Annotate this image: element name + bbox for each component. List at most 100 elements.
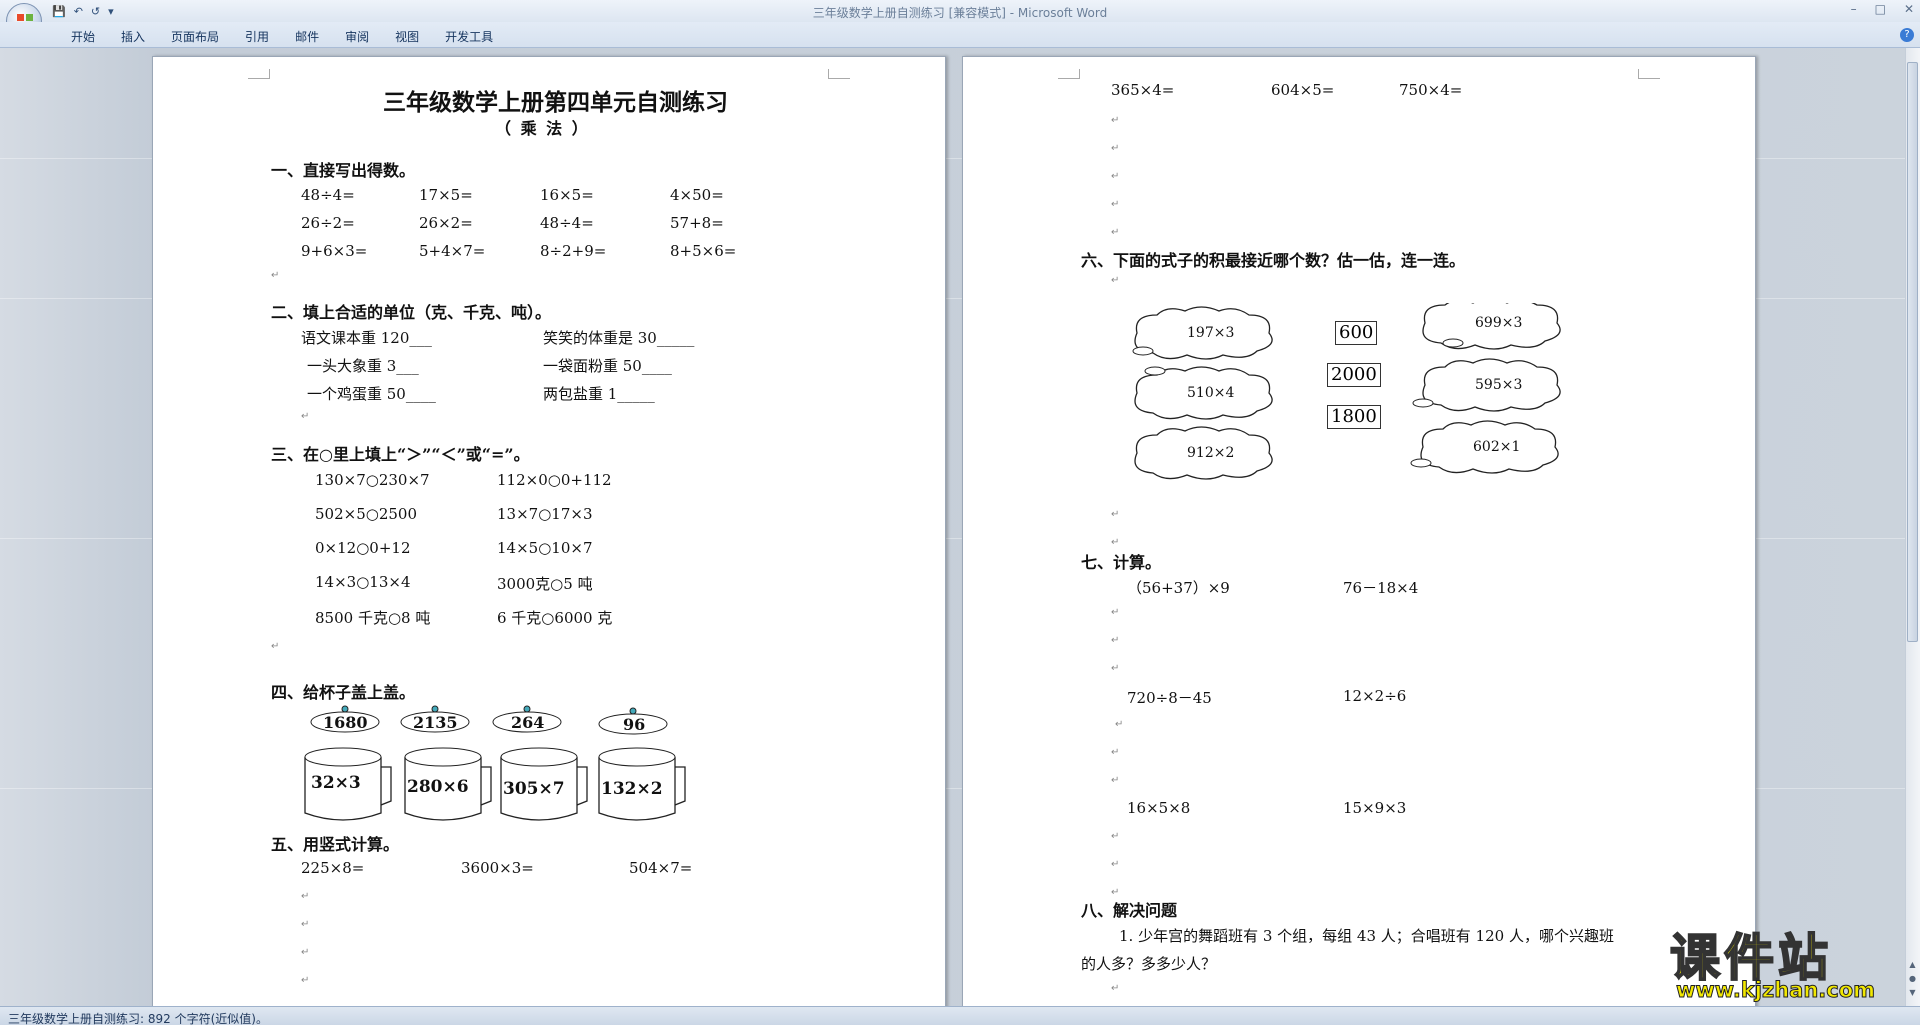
s7-item: 15×9×3 <box>1343 799 1407 817</box>
ribbon-tabs-bar: 开始 插入 页面布局 引用 邮件 审阅 视图 开发工具 ? <box>0 22 1920 48</box>
s2-item: 一头大象重 3___ <box>307 357 419 375</box>
s5-cont-item: 365×4= <box>1111 81 1175 99</box>
scrollbar-thumb[interactable] <box>1907 62 1918 642</box>
close-icon[interactable]: ✕ <box>1904 2 1914 16</box>
scroll-down-icon[interactable]: ▼ <box>1907 986 1918 1000</box>
cloud-right-label: 699×3 <box>1475 315 1523 331</box>
s3-item: 130×7○230×7 <box>315 471 430 489</box>
page-margin-mark <box>828 69 850 79</box>
s2-item: 两包盐重 1_____ <box>543 385 655 403</box>
s7-item: 76－18×4 <box>1343 579 1419 597</box>
s1-item: 26÷2= <box>301 214 355 232</box>
title-bar: 💾 ↶ ↺ ▾ 三年级数学上册自测练习 [兼容模式] - Microsoft W… <box>0 0 1920 22</box>
s7-item: 16×5×8 <box>1127 799 1191 817</box>
cloud-puff-shape <box>1442 338 1464 348</box>
paragraph-mark-icon: ↵ <box>301 975 310 986</box>
s7-item: 12×2÷6 <box>1343 687 1407 705</box>
s3-item: 502×5○2500 <box>315 505 418 523</box>
paragraph-mark-icon: ↵ <box>1111 199 1120 210</box>
minimize-icon[interactable]: – <box>1851 2 1857 16</box>
lid-label: 1680 <box>323 713 368 732</box>
problem-1-line-1: 1. 少年宫的舞蹈班有 3 个组，每组 43 人；合唱班有 120 人，哪个兴趣… <box>1119 927 1614 945</box>
status-bar: 三年级数学上册自测练习: 892 个字符(近似值)。 <box>0 1006 1920 1025</box>
answer-box: 2000 <box>1327 363 1381 387</box>
cloud-right-label: 602×1 <box>1473 439 1521 455</box>
s3-item: 0×12○0+12 <box>315 539 411 557</box>
s1-item: 48÷4= <box>540 214 594 232</box>
s3-item: 8500 千克○8 吨 <box>315 609 431 627</box>
paragraph-mark-icon: ↵ <box>271 270 280 281</box>
paragraph-mark-icon: ↵ <box>1111 663 1120 674</box>
paragraph-mark-icon: ↵ <box>301 947 310 958</box>
section-8-heading: 八、解决问题 <box>1081 901 1178 920</box>
tab-insert[interactable]: 插入 <box>108 28 158 45</box>
cloud-puff-shape <box>1412 398 1434 408</box>
s5-cont-item: 750×4= <box>1399 81 1463 99</box>
cup-label: 305×7 <box>503 779 565 799</box>
maximize-icon[interactable]: □ <box>1875 2 1886 16</box>
page-title: 三年级数学上册第四单元自测练习 <box>383 89 728 116</box>
cloud-right-label: 595×3 <box>1475 377 1523 393</box>
s1-item: 5+4×7= <box>419 242 486 260</box>
section-6-heading: 六、下面的式子的积最接近哪个数？估一估，连一连。 <box>1081 251 1466 270</box>
s5-cont-item: 604×5= <box>1271 81 1335 99</box>
tab-mailings[interactable]: 邮件 <box>282 28 332 45</box>
problem-1-line-2: 的人多？多多少人？ <box>1081 955 1217 973</box>
s1-item: 57+8= <box>670 214 724 232</box>
document-workspace[interactable]: 三年级数学上册第四单元自测练习 （ 乘 法 ） 一、直接写出得数。 48÷4= … <box>0 48 1905 1006</box>
page-subtitle: （ 乘 法 ） <box>495 119 590 138</box>
paragraph-mark-icon: ↵ <box>1111 831 1120 842</box>
answer-box: 600 <box>1335 321 1378 345</box>
lid-label: 2135 <box>413 713 458 732</box>
paragraph-mark-icon: ↵ <box>1111 143 1120 154</box>
tab-references[interactable]: 引用 <box>232 28 282 45</box>
watermark-url: www.kjzhan.com <box>1675 978 1876 1003</box>
document-page-2[interactable]: 365×4= 604×5= 750×4= ↵ ↵ ↵ ↵ ↵ 六、下面的式子的积… <box>962 56 1756 1006</box>
paragraph-mark-icon: ↵ <box>1111 859 1120 870</box>
cup-label: 132×2 <box>601 779 663 799</box>
paragraph-mark-icon: ↵ <box>1111 607 1120 618</box>
ribbon-tabs: 开始 插入 页面布局 引用 邮件 审阅 视图 开发工具 <box>58 28 506 45</box>
tab-review[interactable]: 审阅 <box>332 28 382 45</box>
section-5-heading: 五、用竖式计算。 <box>271 835 400 854</box>
tab-page-layout[interactable]: 页面布局 <box>158 28 232 45</box>
paragraph-mark-icon: ↵ <box>1111 983 1120 994</box>
tab-developer[interactable]: 开发工具 <box>432 28 506 45</box>
section-3-heading: 三、在○里上填上“＞”“＜”或“=”。 <box>271 445 530 464</box>
paragraph-mark-icon: ↵ <box>1111 775 1120 786</box>
paragraph-mark-icon: ↵ <box>1111 115 1120 126</box>
cloud-puff-shape <box>1410 458 1432 468</box>
browse-object-icon[interactable]: ● <box>1907 972 1918 986</box>
paragraph-mark-icon: ↵ <box>1111 537 1120 548</box>
s5-item: 225×8= <box>301 859 365 877</box>
cloud-puff-shape <box>1144 366 1166 376</box>
window-title: 三年级数学上册自测练习 [兼容模式] - Microsoft Word <box>812 6 1108 20</box>
s1-item: 17×5= <box>419 186 473 204</box>
paragraph-mark-icon: ↵ <box>301 411 310 422</box>
window-controls: – □ ✕ <box>1851 2 1914 16</box>
status-word-count[interactable]: 三年级数学上册自测练习: 892 个字符(近似值)。 <box>8 1010 268 1025</box>
document-page-1[interactable]: 三年级数学上册第四单元自测练习 （ 乘 法 ） 一、直接写出得数。 48÷4= … <box>152 56 946 1006</box>
help-icon[interactable]: ? <box>1900 28 1914 42</box>
tab-home[interactable]: 开始 <box>58 28 108 45</box>
vertical-scrollbar[interactable]: ▲ ● ▼ <box>1905 48 1920 1006</box>
s2-item: 笑笑的体重是 30_____ <box>543 329 695 347</box>
scroll-nav-buttons: ▲ ● ▼ <box>1907 958 1918 1000</box>
section-2-heading: 二、填上合适的单位（克、千克、吨）。 <box>271 303 552 322</box>
scroll-up-icon[interactable]: ▲ <box>1907 958 1918 972</box>
cloud-left-label: 510×4 <box>1187 385 1235 401</box>
tab-view[interactable]: 视图 <box>382 28 432 45</box>
section-1-heading: 一、直接写出得数。 <box>271 161 416 180</box>
s1-item: 16×5= <box>540 186 594 204</box>
s1-item: 8÷2+9= <box>540 242 607 260</box>
s7-item: 720÷8－45 <box>1127 689 1212 707</box>
answer-box: 1800 <box>1327 405 1381 429</box>
paragraph-mark-icon: ↵ <box>1111 171 1120 182</box>
lid-label: 96 <box>623 715 646 734</box>
page-margin-mark <box>1058 69 1080 79</box>
paragraph-mark-icon: ↵ <box>271 641 280 652</box>
paragraph-mark-icon: ↵ <box>1111 227 1120 238</box>
paragraph-mark-icon: ↵ <box>1115 719 1124 730</box>
s1-item: 48÷4= <box>301 186 355 204</box>
s5-item: 3600×3= <box>461 859 534 877</box>
